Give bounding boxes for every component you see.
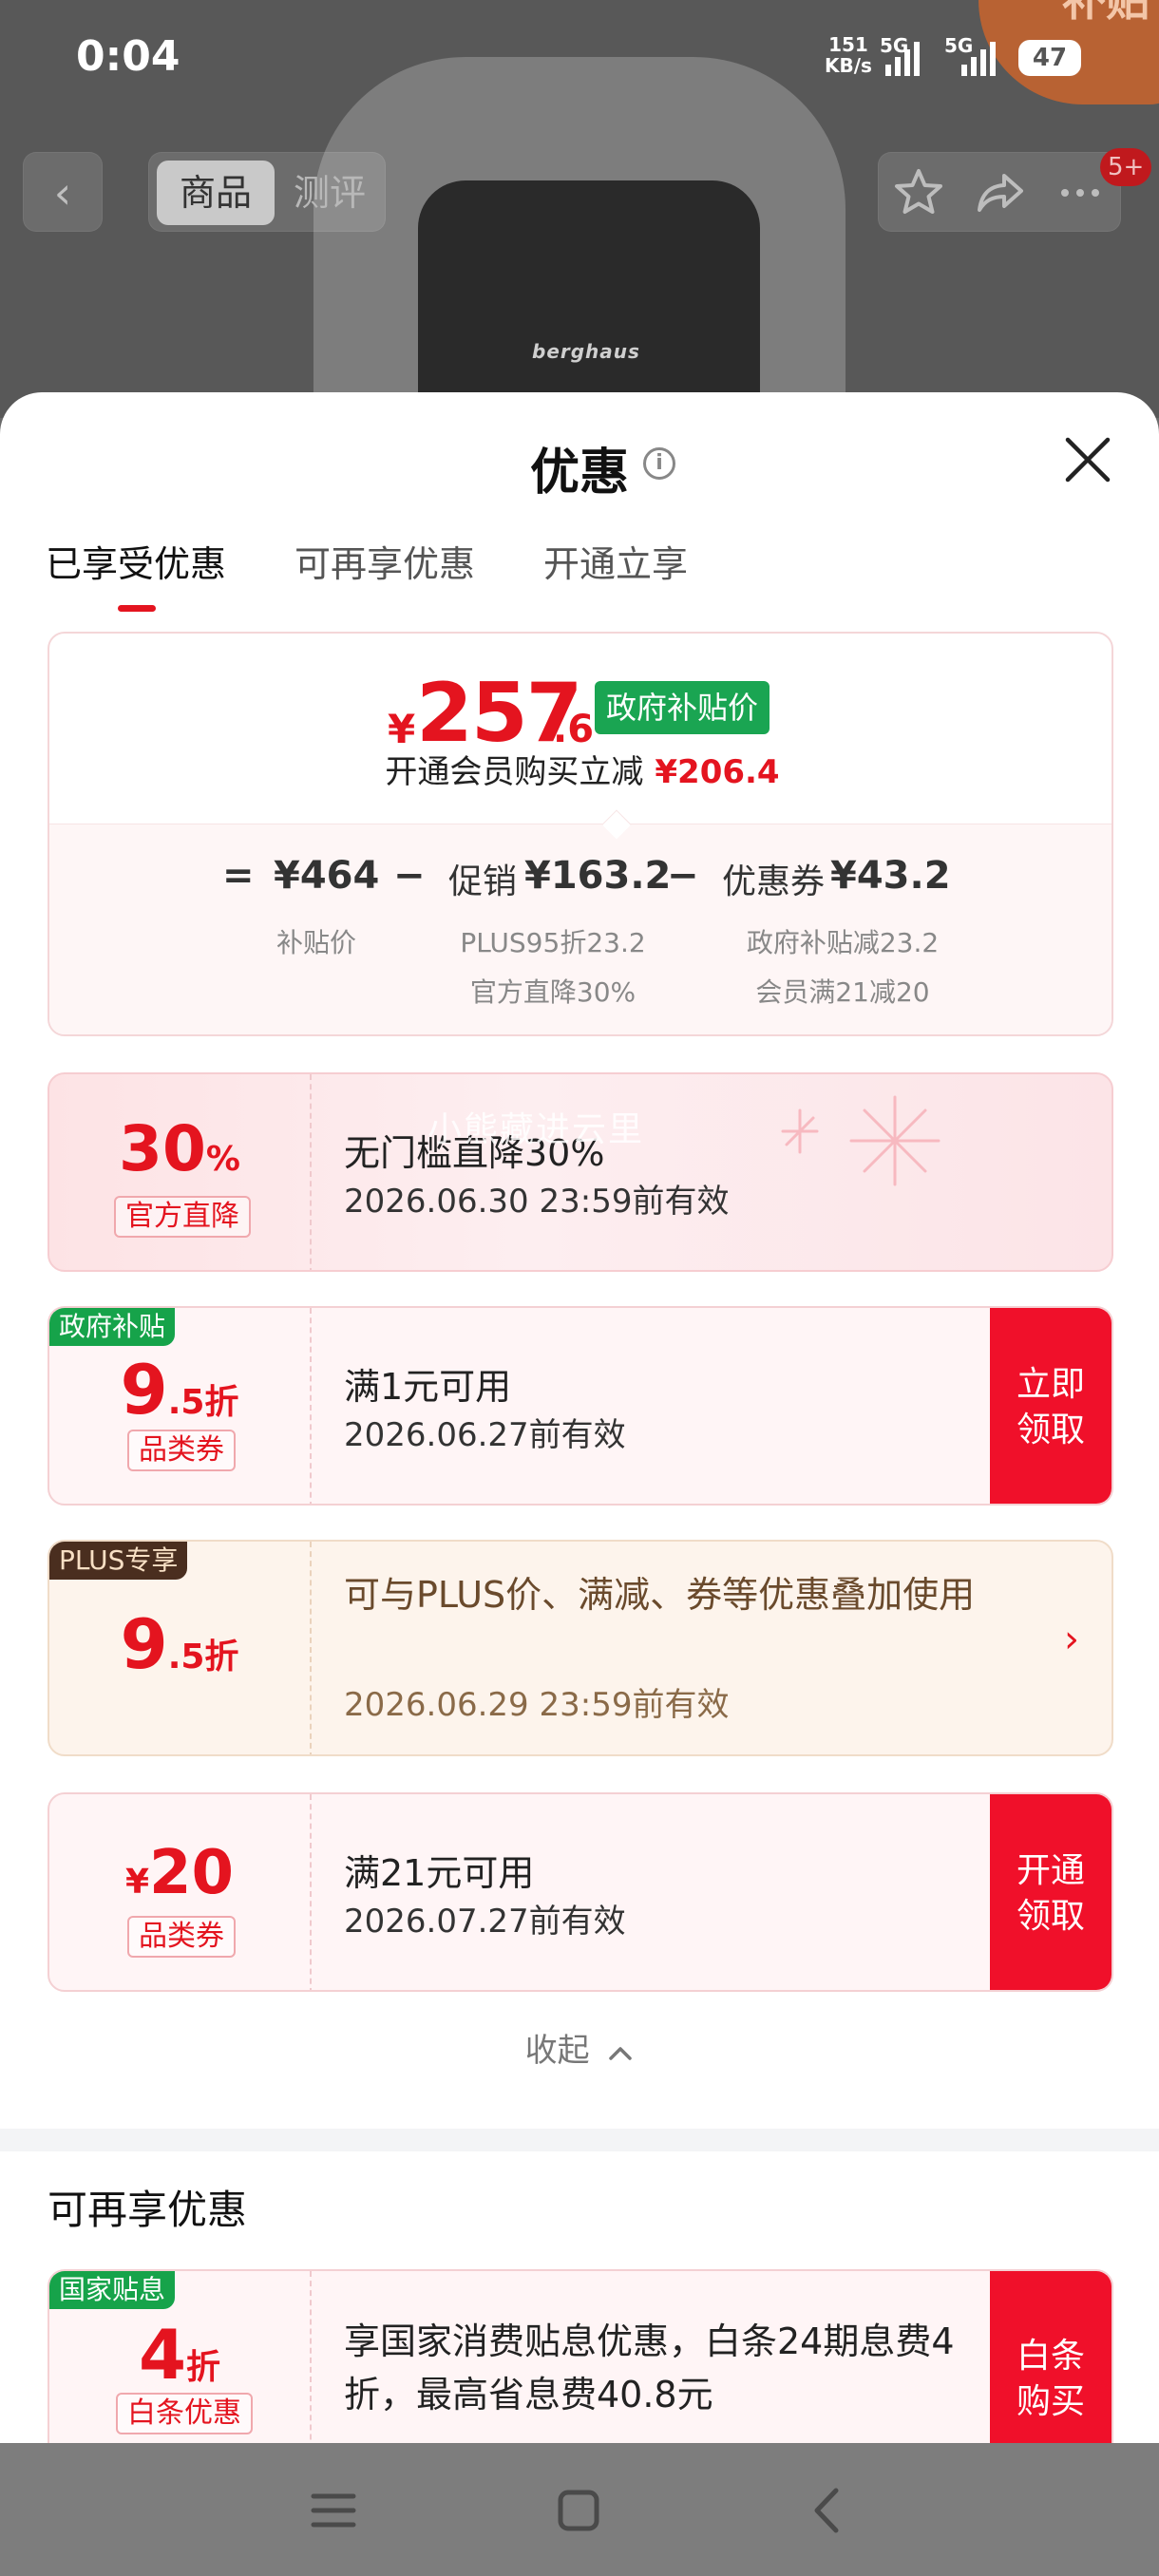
coupon-detail-member: 会员满21减20 [755, 976, 930, 1008]
coupon-amount: ¥20 [124, 1838, 235, 1908]
open-and-claim-button[interactable]: 开通领取 [990, 1794, 1112, 1990]
gov-subsidy-price-tag: 政府补贴价 [595, 681, 770, 734]
discount-sheet: 优惠 i 已享受优惠 可再享优惠 开通立享 ¥ 257 .6 政府补贴价 开通会… [0, 392, 1159, 2444]
coupon-amount: 30% [119, 1112, 240, 1185]
watermark: 小熊藏进云里 [428, 1110, 645, 1149]
section-divider [0, 2129, 1159, 2151]
minus-sign: − [393, 854, 426, 898]
discount-tabs: 已享受优惠 可再享优惠 开通立享 [46, 535, 688, 612]
battery-icon: 47 [1018, 40, 1081, 76]
coupon-validity: 2026.07.27前有效 [344, 1903, 626, 1941]
coupon-plus-exclusive[interactable]: PLUS专享 9.5折 可与PLUS价、满减、券等优惠叠加使用 2026.06.… [48, 1540, 1113, 1756]
chevron-up-icon [609, 2046, 633, 2060]
coupon-type-tag: 品类券 [127, 1916, 236, 1958]
minus-sign: − [667, 854, 699, 898]
coupon-amount: 9.5折 [120, 1604, 239, 1684]
sheet-title: 优惠 [529, 445, 629, 502]
baitiao-buy-button[interactable]: 白条购买 [990, 2271, 1112, 2444]
coupon-validity: 2026.06.29 23:59前有效 [344, 1686, 730, 1724]
share-icon[interactable] [974, 166, 1027, 219]
final-price: ¥ 257 .6 政府补贴价 [49, 660, 1112, 761]
coupon-amount: 9.5折 [120, 1350, 239, 1430]
coupon-value: ¥43.2 [830, 854, 951, 898]
coupon-detail-gov: 政府补贴减23.2 [746, 927, 940, 958]
network-speed: 151 KB/s [825, 34, 872, 76]
chevron-left-icon: ‹ [53, 167, 72, 218]
coupon-validity: 2026.06.27前有效 [344, 1416, 626, 1454]
promo-label: 促销 [448, 862, 518, 901]
info-icon[interactable]: i [643, 447, 675, 480]
member-discount-line: 开通会员购买立减 ¥206.4 [49, 746, 1112, 792]
coupon-type-tag: 白条优惠 [116, 2393, 253, 2434]
product-tabs: 商品 测评 [148, 152, 386, 232]
promo-detail-official: 官方直降30% [469, 976, 636, 1008]
promo-value: ¥163.2 [524, 854, 672, 898]
coupon-title: 满1元可用 [344, 1366, 512, 1408]
coupon-member-category: ¥20 品类券 满21元可用 2026.07.27前有效 开通领取 [48, 1792, 1113, 1992]
coupon-amount: 4折 [138, 2315, 221, 2395]
tab-product[interactable]: 商品 [157, 161, 275, 225]
coupon-baitiao-interest: 国家贴息 4折 白条优惠 享国家消费贴息优惠，白条24期息费4折，最高省息费40… [48, 2269, 1113, 2444]
coupon-type-tag: 官方直降 [114, 1196, 251, 1238]
chevron-right-icon[interactable]: › [1064, 1618, 1079, 1661]
coupon-title: 享国家消费贴息优惠，白条24期息费4折，最高省息费40.8元 [344, 2320, 955, 2415]
member-discount-amount: ¥206.4 [655, 753, 780, 791]
clock: 0:04 [76, 32, 180, 81]
tab-enjoyed[interactable]: 已享受优惠 [46, 535, 226, 612]
claim-now-button[interactable]: 立即领取 [990, 1308, 1112, 1504]
signal-icon [885, 38, 920, 76]
coupon-type-tag: 品类券 [127, 1430, 236, 1471]
equals-sign: = [222, 854, 255, 898]
action-group [878, 152, 1121, 232]
close-icon[interactable] [1060, 432, 1115, 487]
back-button[interactable]: ‹ [23, 152, 103, 232]
tab-reviews[interactable]: 测评 [282, 161, 377, 225]
promo-detail-plus: PLUS95折23.2 [460, 927, 646, 958]
home-icon[interactable] [545, 2477, 612, 2544]
base-price: ¥464 [274, 854, 380, 898]
back-icon[interactable] [794, 2477, 861, 2544]
coupon-label: 优惠券 [722, 862, 826, 901]
star-icon[interactable] [892, 166, 945, 219]
status-bar: 0:04 151 KB/s 5G 5G 47 [0, 0, 1159, 114]
member-discount-text: 开通会员购买立减 [385, 753, 644, 791]
product-nav-bar: ‹ 商品 测评 [0, 142, 1159, 237]
fireworks-decoration [781, 1095, 940, 1186]
tab-more-available[interactable]: 可再享优惠 [294, 535, 475, 612]
collapse-label: 收起 [524, 2032, 590, 2070]
speed-value: 151 [828, 33, 868, 56]
collapse-button[interactable]: 收起 [0, 2024, 1159, 2071]
menu-icon[interactable] [300, 2477, 367, 2544]
coupon-gov-subsidy: 政府补贴 9.5折 品类券 满1元可用 2026.06.27前有效 立即领取 [48, 1306, 1113, 1506]
system-nav-bar [0, 2443, 1159, 2576]
speed-unit: KB/s [825, 54, 872, 77]
price-summary-card: ¥ 257 .6 政府补贴价 开通会员购买立减 ¥206.4 = ¥464 − 促… [48, 632, 1113, 1036]
base-price-label: 补贴价 [276, 927, 356, 958]
bag-brand-logo: berghaus [532, 340, 640, 363]
tab-open-now[interactable]: 开通立享 [543, 535, 688, 612]
notification-badge: 5+ [1100, 148, 1152, 186]
coupon-title: 可与PLUS价、满减、券等优惠叠加使用 [344, 1574, 976, 1616]
coupon-title: 满21元可用 [344, 1852, 535, 1894]
signal-icon-2 [961, 38, 996, 76]
section-title-more-discounts: 可再享优惠 [48, 2187, 248, 2233]
more-icon[interactable] [1054, 166, 1107, 219]
coupon-validity: 2026.06.30 23:59前有效 [344, 1183, 730, 1221]
